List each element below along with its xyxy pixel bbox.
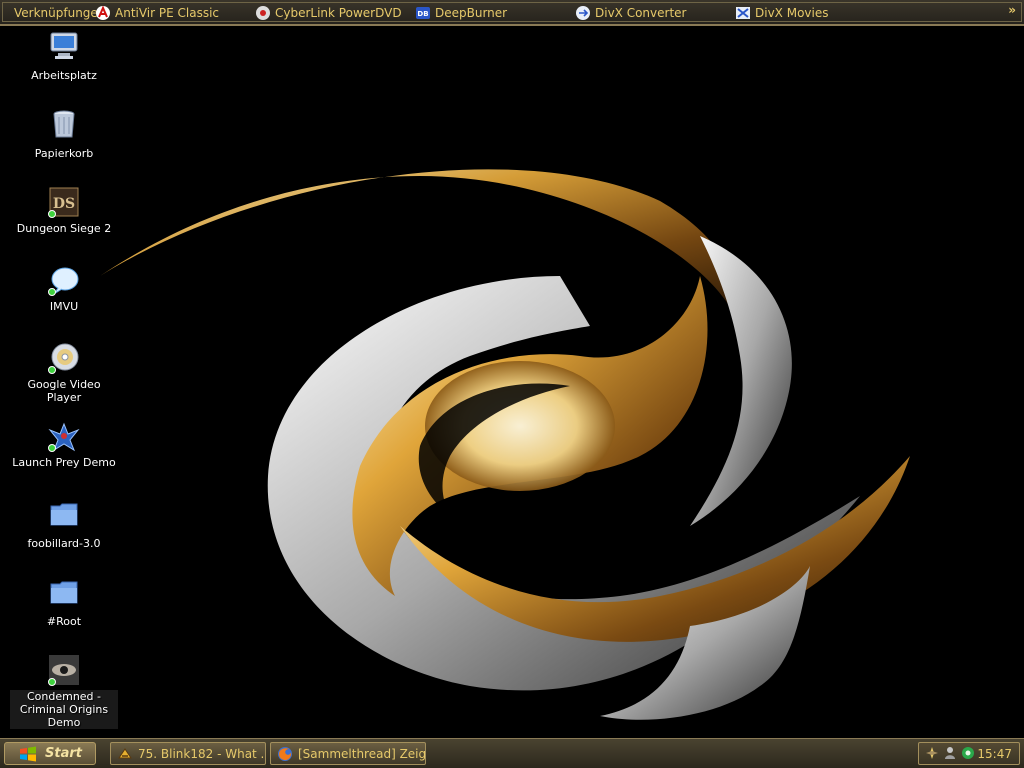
windows-logo-icon bbox=[20, 746, 36, 761]
toolbar-link-divx-converter[interactable]: DivX Converter bbox=[575, 4, 686, 22]
swirl-wallpaper bbox=[100, 169, 910, 720]
desktop-icon-foobillard[interactable]: foobillard-3.0 bbox=[10, 498, 118, 550]
desktop-icon-label: Google Video Player bbox=[27, 378, 101, 404]
desktop-icon-dungeon-siege-2[interactable]: DS Dungeon Siege 2 bbox=[10, 186, 118, 235]
folder-icon bbox=[50, 581, 78, 604]
prey-icon bbox=[48, 420, 80, 452]
desktop-icon-imvu[interactable]: IMVU bbox=[10, 264, 118, 313]
dungeon-siege-icon: DS bbox=[48, 186, 80, 218]
shortcut-overlay-icon bbox=[48, 444, 56, 452]
toolbar-link-deepburner[interactable]: DB DeepBurner bbox=[415, 4, 507, 22]
clock[interactable]: 15:47 bbox=[977, 747, 1012, 761]
start-button[interactable]: Start bbox=[4, 742, 96, 765]
taskbar-button-label: 75. Blink182 - What ... bbox=[138, 746, 266, 761]
desktop-icon-label: #Root bbox=[46, 615, 82, 628]
toolbar-link-divx-movies[interactable]: DivX Movies bbox=[735, 4, 828, 22]
desktop-icon-label: foobillard-3.0 bbox=[27, 537, 101, 550]
toolbar-overflow-chevron-icon[interactable]: » bbox=[1008, 3, 1016, 17]
imvu-icon bbox=[48, 264, 80, 296]
folder-icon bbox=[50, 503, 78, 526]
svg-text:DS: DS bbox=[53, 196, 75, 212]
divx-movies-icon bbox=[736, 7, 750, 19]
desktop-icon-root[interactable]: #Root bbox=[10, 576, 118, 628]
firefox-icon bbox=[278, 746, 292, 761]
desktop-icon-label: IMVU bbox=[49, 300, 79, 313]
desktop-icon-arbeitsplatz[interactable]: Arbeitsplatz bbox=[10, 30, 118, 82]
divx-converter-icon bbox=[576, 6, 590, 20]
system-tray: 15:47 bbox=[918, 742, 1020, 765]
start-label: Start bbox=[45, 746, 82, 761]
taskbar-button-winamp[interactable]: 75. Blink182 - What ... bbox=[110, 742, 266, 765]
toolbar-link-antivir[interactable]: AntiVir PE Classic bbox=[95, 4, 219, 22]
toolbar-link-label: DivX Movies bbox=[755, 6, 829, 20]
toolbar-link-label: DeepBurner bbox=[435, 6, 508, 20]
svg-text:DB: DB bbox=[417, 10, 428, 18]
taskbar-button-firefox[interactable]: [Sammelthread] Zeigt... bbox=[270, 742, 426, 765]
winamp-icon bbox=[118, 747, 132, 758]
desktop-icon-launch-prey-demo[interactable]: Launch Prey Demo bbox=[10, 420, 118, 469]
tray-user-icon[interactable] bbox=[943, 746, 957, 760]
computer-icon bbox=[50, 32, 78, 59]
links-toolbar-title: Verknüpfungen bbox=[14, 6, 106, 20]
desktop-icon-label: Launch Prey Demo bbox=[12, 456, 116, 469]
links-toolbar: Verknüpfungen AntiVir PE Classic CyberLi… bbox=[0, 0, 1024, 26]
desktop-icon-label: Papierkorb bbox=[34, 147, 94, 160]
toolbar-link-label: CyberLink PowerDVD bbox=[275, 6, 402, 20]
desktop-icon-label: Condemned - Criminal Origins Demo bbox=[10, 690, 118, 729]
taskbar: Start 75. Blink182 - What ... [Sammelthr… bbox=[0, 738, 1024, 768]
shortcut-overlay-icon bbox=[48, 678, 56, 686]
desktop: Verknüpfungen AntiVir PE Classic CyberLi… bbox=[0, 0, 1024, 768]
desktop-icon-google-video-player[interactable]: Google Video Player bbox=[10, 342, 118, 404]
toolbar-link-label: AntiVir PE Classic bbox=[115, 6, 220, 20]
shortcut-overlay-icon bbox=[48, 288, 56, 296]
powerdvd-icon bbox=[256, 6, 270, 20]
shortcut-overlay-icon bbox=[48, 210, 56, 218]
desktop-icon-condemned-demo[interactable]: Condemned - Criminal Origins Demo bbox=[10, 654, 118, 729]
tray-network-icon[interactable] bbox=[961, 746, 975, 760]
deepburner-icon: DB bbox=[416, 7, 430, 19]
disc-icon bbox=[48, 342, 80, 374]
taskbar-button-label: [Sammelthread] Zeigt... bbox=[298, 746, 426, 761]
desktop-icon-papierkorb[interactable]: Papierkorb bbox=[10, 108, 118, 160]
eye-icon bbox=[48, 654, 80, 686]
desktop-icon-label: Arbeitsplatz bbox=[31, 69, 97, 82]
toolbar-link-powerdvd[interactable]: CyberLink PowerDVD bbox=[255, 4, 402, 22]
toolbar-link-label: DivX Converter bbox=[595, 6, 687, 20]
desktop-icon-label: Dungeon Siege 2 bbox=[16, 222, 112, 235]
tray-compass-icon[interactable] bbox=[925, 746, 939, 760]
antivir-icon bbox=[96, 5, 110, 20]
recycle-bin-icon bbox=[53, 110, 75, 138]
shortcut-overlay-icon bbox=[48, 366, 56, 374]
